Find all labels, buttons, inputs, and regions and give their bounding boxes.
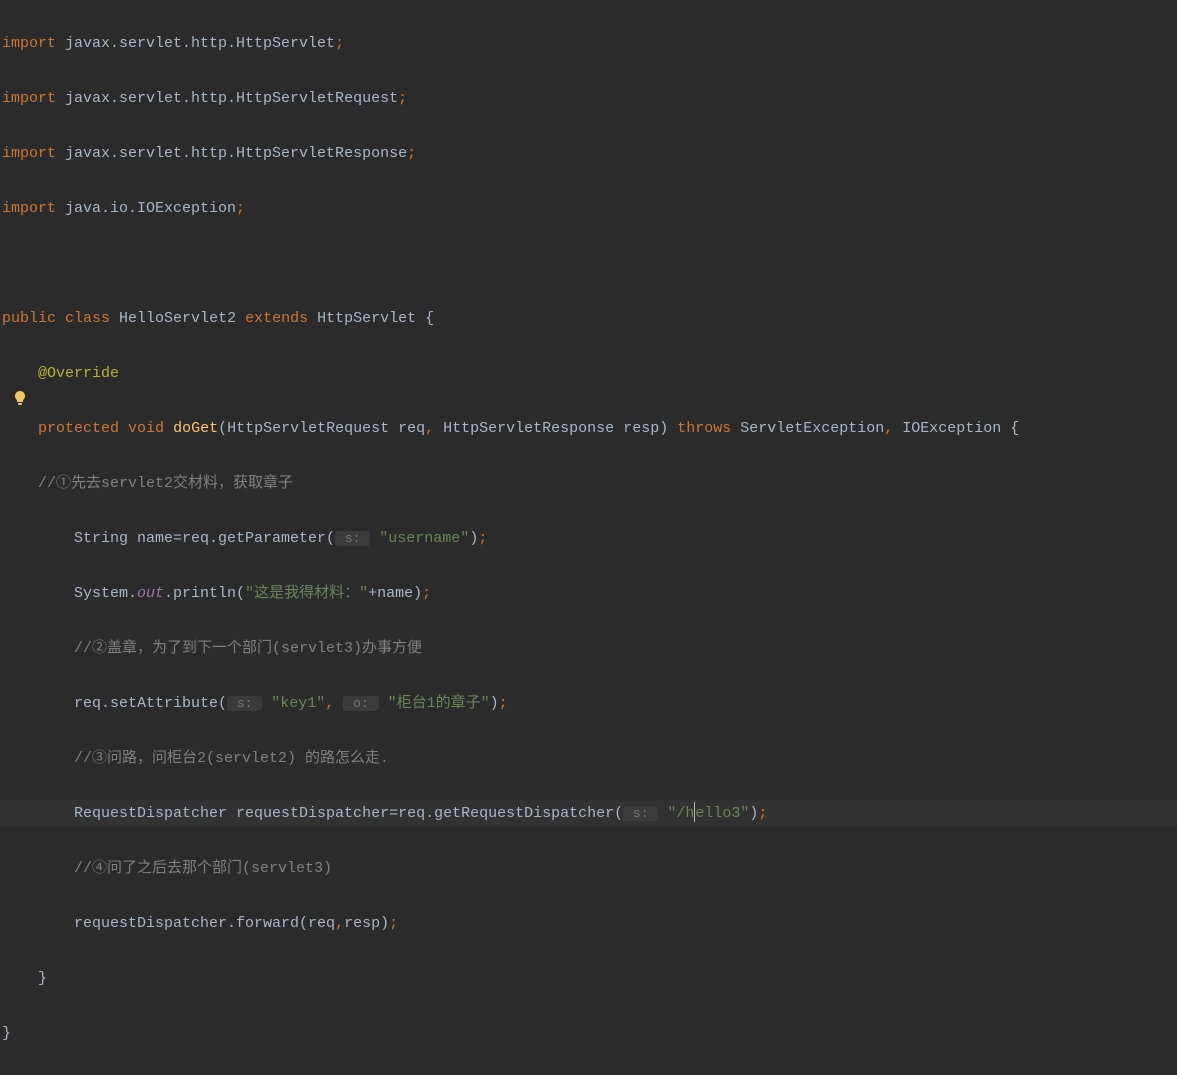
code-line: import java.io.IOException; [0,195,1177,223]
code-line-active: RequestDispatcher requestDispatcher=req.… [0,800,1177,828]
param-hint: s: [623,806,658,821]
code-line: System.out.println("这是我得材料："+name); [0,580,1177,608]
code-line [0,250,1177,278]
string-literal: "username" [379,530,469,547]
param-hint: o: [343,696,378,711]
keyword-import: import [2,35,56,52]
comment: //①先去servlet2交材料，获取章子 [38,475,293,492]
code-line: //②盖章，为了到下一个部门(servlet3)办事方便 [0,635,1177,663]
code-line: //④问了之后去那个部门(servlet3) [0,855,1177,883]
annotation: @Override [38,365,119,382]
code-line: import javax.servlet.http.HttpServletReq… [0,85,1177,113]
text-caret [694,802,695,822]
code-line: //③问路，问柜台2(servlet2) 的路怎么走. [0,745,1177,773]
code-line: String name=req.getParameter( s: "userna… [0,525,1177,553]
code-line: public class HelloServlet2 extends HttpS… [0,305,1177,333]
code-line: //①先去servlet2交材料，获取章子 [0,470,1177,498]
method-name: doGet [173,420,218,437]
code-editor[interactable]: import javax.servlet.http.HttpServlet; i… [0,0,1177,1075]
code-line: req.setAttribute( s: "key1", o: "柜台1的章子"… [0,690,1177,718]
param-hint: s: [335,531,370,546]
param-hint: s: [227,696,262,711]
code-line: } [0,1020,1177,1048]
code-line: import javax.servlet.http.HttpServlet; [0,30,1177,58]
code-line: requestDispatcher.forward(req,resp); [0,910,1177,938]
code-line: protected void doGet(HttpServletRequest … [0,415,1177,443]
code-line: } [0,965,1177,993]
code-line: import javax.servlet.http.HttpServletRes… [0,140,1177,168]
static-field: out [137,585,164,602]
code-line: @Override [0,360,1177,388]
